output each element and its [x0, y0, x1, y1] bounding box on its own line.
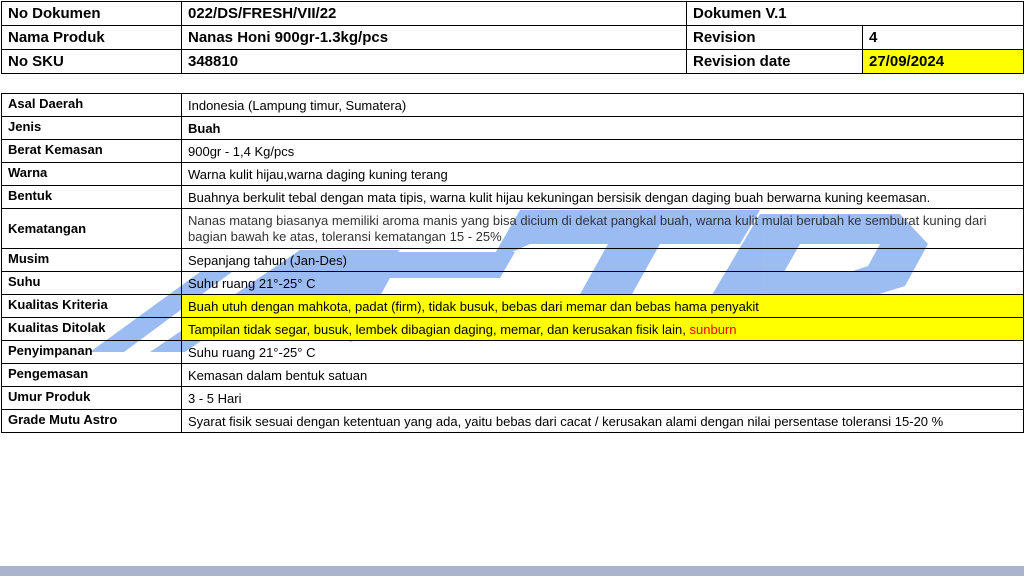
spec-row: Musim Sepanjang tahun (Jan-Des)	[1, 248, 1024, 272]
revision-number: 4	[862, 25, 1024, 50]
spec-label: Penyimpanan	[1, 340, 182, 364]
spec-label: Asal Daerah	[1, 93, 182, 117]
spec-value: 3 - 5 Hari	[181, 386, 1024, 410]
spec-row: Grade Mutu Astro Syarat fisik sesuai den…	[1, 409, 1024, 433]
spec-value: Suhu ruang 21°-25° C	[181, 340, 1024, 364]
spec-row: Pengemasan Kemasan dalam bentuk satuan	[1, 363, 1024, 387]
header-label: Revision date	[686, 49, 863, 74]
spec-value: Warna kulit hijau,warna daging kuning te…	[181, 162, 1024, 186]
header-label: No Dokumen	[1, 1, 182, 26]
spec-row: Berat Kemasan 900gr - 1,4 Kg/pcs	[1, 139, 1024, 163]
header-value: 348810	[181, 49, 687, 74]
spec-label: Musim	[1, 248, 182, 272]
spec-label: Warna	[1, 162, 182, 186]
spec-label: Bentuk	[1, 185, 182, 209]
spec-value: Buahnya berkulit tebal dengan mata tipis…	[181, 185, 1024, 209]
header-label: Revision	[686, 25, 863, 50]
spec-label: Berat Kemasan	[1, 139, 182, 163]
spec-label: Grade Mutu Astro	[1, 409, 182, 433]
spec-row: Kematangan Nanas matang biasanya memilik…	[1, 208, 1024, 249]
spec-label: Pengemasan	[1, 363, 182, 387]
header-row: Nama Produk Nanas Honi 900gr-1.3kg/pcs R…	[1, 25, 1024, 50]
header-label: No SKU	[1, 49, 182, 74]
spec-row: Suhu Suhu ruang 21°-25° C	[1, 271, 1024, 295]
product-spec-table: Asal Daerah Indonesia (Lampung timur, Su…	[1, 93, 1024, 433]
spec-label: Kualitas Kriteria	[1, 294, 182, 318]
spec-label: Suhu	[1, 271, 182, 295]
spec-row: Asal Daerah Indonesia (Lampung timur, Su…	[1, 93, 1024, 117]
header-row: No Dokumen 022/DS/FRESH/VII/22 Dokumen V…	[1, 1, 1024, 26]
spec-row: Penyimpanan Suhu ruang 21°-25° C	[1, 340, 1024, 364]
spec-value: Indonesia (Lampung timur, Sumatera)	[181, 93, 1024, 117]
spec-value: Sepanjang tahun (Jan-Des)	[181, 248, 1024, 272]
spec-row: Jenis Buah	[1, 116, 1024, 140]
spec-label: Jenis	[1, 116, 182, 140]
spec-value-warning: sunburn	[689, 322, 737, 337]
spec-row: Warna Warna kulit hijau,warna daging kun…	[1, 162, 1024, 186]
spec-label: Kematangan	[1, 208, 182, 249]
document-header-table: No Dokumen 022/DS/FRESH/VII/22 Dokumen V…	[1, 1, 1024, 74]
header-value: Nanas Honi 900gr-1.3kg/pcs	[181, 25, 687, 50]
spec-row: Kualitas Ditolak Tampilan tidak segar, b…	[1, 317, 1024, 341]
spec-row: Kualitas Kriteria Buah utuh dengan mahko…	[1, 294, 1024, 318]
spec-value: Buah	[181, 116, 1024, 140]
spec-value: Syarat fisik sesuai dengan ketentuan yan…	[181, 409, 1024, 433]
spec-value: 900gr - 1,4 Kg/pcs	[181, 139, 1024, 163]
revision-date: 27/09/2024	[862, 49, 1024, 74]
header-value: 022/DS/FRESH/VII/22	[181, 1, 687, 26]
spec-row: Umur Produk 3 - 5 Hari	[1, 386, 1024, 410]
spec-value: Kemasan dalam bentuk satuan	[181, 363, 1024, 387]
spec-value: Suhu ruang 21°-25° C	[181, 271, 1024, 295]
spec-value: Tampilan tidak segar, busuk, lembek diba…	[188, 322, 690, 337]
spec-value: Nanas matang biasanya memiliki aroma man…	[181, 208, 1024, 249]
spec-label: Umur Produk	[1, 386, 182, 410]
header-label: Nama Produk	[1, 25, 182, 50]
header-label: Dokumen V.1	[686, 1, 1024, 26]
spec-row: Bentuk Buahnya berkulit tebal dengan mat…	[1, 185, 1024, 209]
spec-label: Kualitas Ditolak	[1, 317, 182, 341]
footer-bar	[0, 566, 1024, 576]
spec-value: Buah utuh dengan mahkota, padat (firm), …	[181, 294, 1024, 318]
header-row: No SKU 348810 Revision date 27/09/2024	[1, 49, 1024, 74]
spec-value-cell: Tampilan tidak segar, busuk, lembek diba…	[181, 317, 1024, 341]
